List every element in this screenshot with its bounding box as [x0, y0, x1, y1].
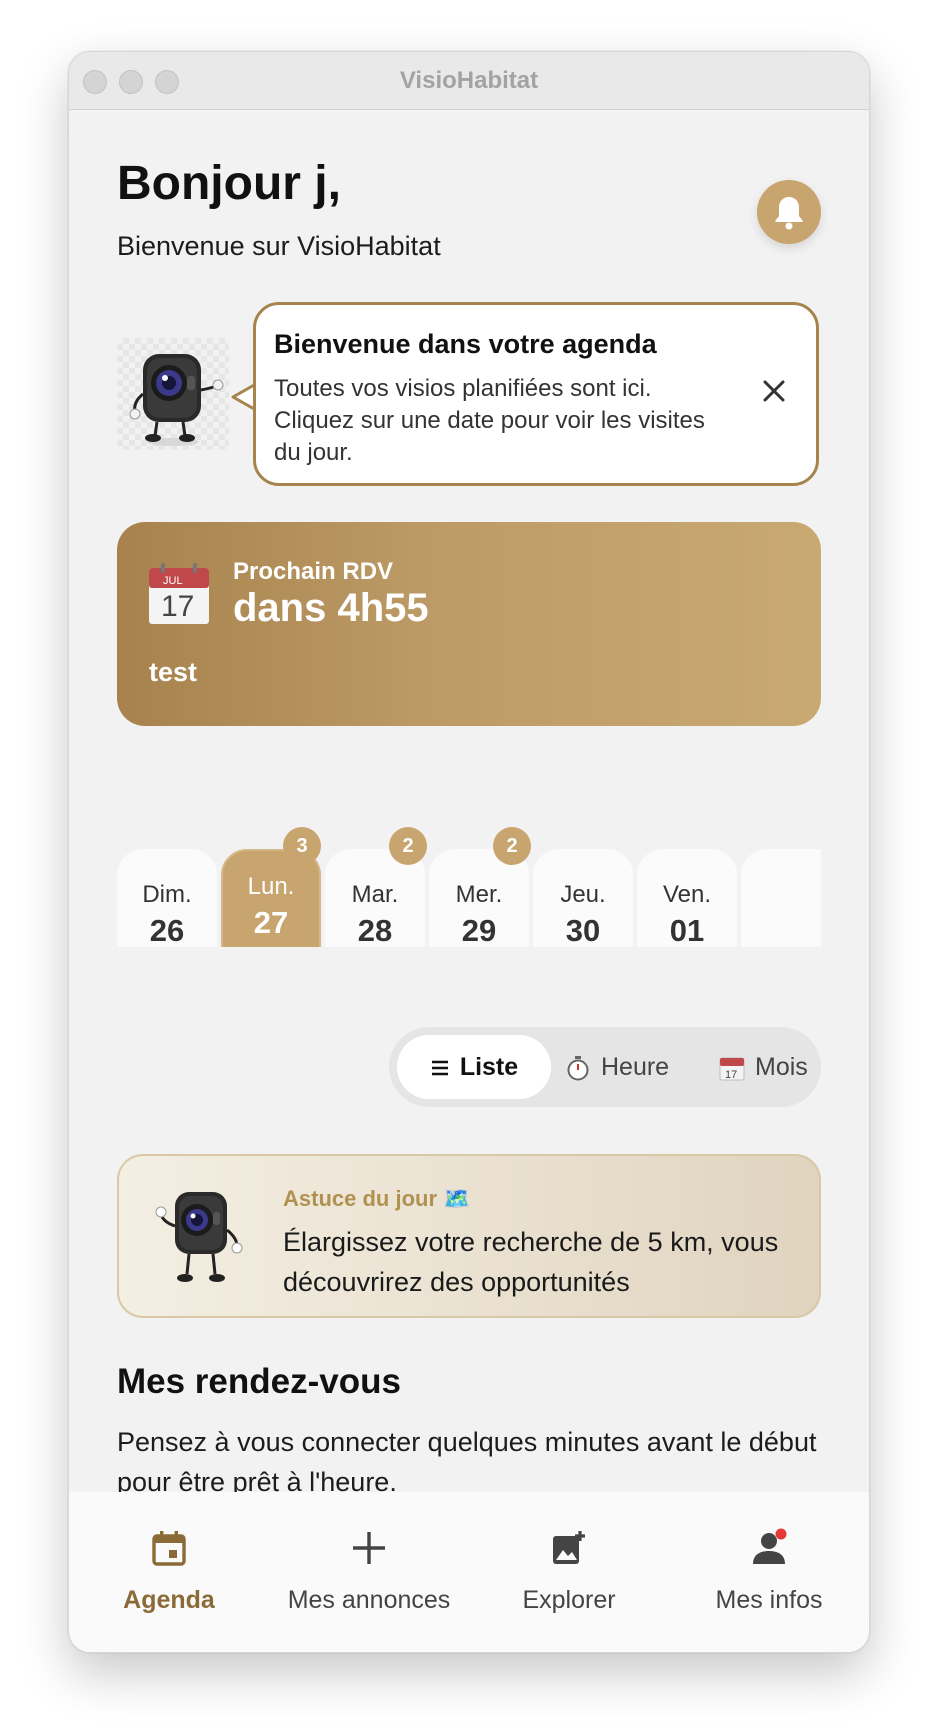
camera-mascot-icon — [155, 1192, 243, 1282]
day-name: Dim. — [142, 881, 192, 908]
next-appointment-label: Prochain RDV — [233, 558, 394, 585]
day-number: 26 — [149, 913, 185, 947]
day-name: Mar. — [351, 881, 399, 908]
next-appointment-countdown: dans 4h55 — [233, 586, 429, 630]
agenda-tooltip: Bienvenue dans votre agenda Toutes vos v… — [253, 302, 819, 486]
calendar-month: JUL — [163, 575, 183, 587]
view-hour-label: Heure — [601, 1053, 670, 1081]
plus-icon — [353, 1532, 385, 1564]
day-item[interactable]: Ven. 01 — [637, 849, 737, 947]
appointments-title: Mes rendez-vous — [117, 1362, 401, 1401]
view-list-button[interactable]: Liste — [397, 1035, 551, 1099]
view-month-button[interactable]: 17 Mois — [719, 1035, 819, 1099]
day-number: 28 — [357, 913, 393, 947]
tab-agenda-label: Agenda — [123, 1586, 215, 1614]
tip-text: Élargissez votre recherche de 5 km, vous… — [283, 1227, 779, 1297]
next-appointment-card[interactable]: JUL 17 Prochain RDV dans 4h55 test — [117, 522, 821, 726]
day-item-partial[interactable] — [741, 849, 821, 947]
day-item[interactable]: Dim. 26 — [117, 849, 217, 947]
list-icon — [431, 1061, 448, 1076]
calendar-day: 17 — [161, 590, 194, 623]
day-number: 01 — [669, 913, 705, 947]
calendar-icon: JUL 17 — [149, 563, 209, 624]
day-number: 29 — [461, 913, 497, 947]
tab-mes-infos[interactable]: Mes infos — [669, 1492, 869, 1652]
tooltip-text: Toutes vos visios planifiées sont ici. C… — [274, 375, 705, 466]
svg-text:17: 17 — [725, 1069, 737, 1081]
view-list-label: Liste — [459, 1053, 519, 1081]
next-appointment-title: test — [149, 657, 198, 687]
notification-dot — [775, 1528, 787, 1540]
tab-explorer-label: Explorer — [522, 1586, 616, 1614]
tab-mes-annonces-label: Mes annonces — [287, 1586, 451, 1614]
view-month-label: Mois — [755, 1053, 808, 1081]
stopwatch-icon — [567, 1056, 589, 1081]
tip-of-the-day-card: Astuce du jour 🗺️ Élargissez votre reche… — [117, 1154, 821, 1318]
close-icon — [763, 380, 785, 402]
mascot-image — [117, 338, 229, 450]
greeting-title: Bonjour j, — [117, 157, 341, 210]
appointment-count-badge: 2 — [389, 827, 427, 865]
tooltip-close-button[interactable] — [756, 373, 792, 409]
welcome-subtitle: Bienvenue sur VisioHabitat — [117, 231, 441, 261]
app-window: VisioHabitat Bonjour j, Bienvenue sur Vi… — [68, 51, 870, 1653]
view-toggle: Liste Heure 17 Mois — [389, 1027, 821, 1107]
day-number: 30 — [565, 913, 601, 947]
tooltip-title: Bienvenue dans votre agenda — [274, 329, 657, 359]
notifications-button[interactable] — [757, 180, 821, 244]
day-name: Lun. — [247, 873, 295, 900]
appointments-hint: Pensez à vous connecter quelques minutes… — [117, 1427, 817, 1497]
day-selector: Dim. 26 Lun. 27 Mar. 28 Mer. 29 Jeu. 30 … — [117, 797, 821, 947]
tab-mes-infos-label: Mes infos — [715, 1586, 823, 1614]
tab-agenda[interactable]: Agenda — [69, 1492, 269, 1652]
bell-icon — [775, 197, 803, 230]
day-number: 27 — [253, 905, 289, 940]
view-hour-button[interactable]: Heure — [565, 1035, 695, 1099]
tab-explorer[interactable]: Explorer — [469, 1492, 669, 1652]
day-name: Mer. — [455, 881, 503, 908]
title-bar: VisioHabitat — [69, 52, 869, 110]
day-name: Ven. — [662, 881, 712, 908]
calendar-icon: 17 — [719, 1057, 745, 1081]
day-item[interactable]: Jeu. 30 — [533, 849, 633, 947]
day-name: Jeu. — [560, 881, 606, 908]
person-icon — [753, 1528, 787, 1564]
tab-mes-annonces[interactable]: Mes annonces — [269, 1492, 469, 1652]
camera-mascot-icon — [129, 354, 224, 446]
appointment-count-badge: 2 — [493, 827, 531, 865]
bottom-tab-bar: Agenda Mes annonces Explorer Mes infos — [69, 1492, 869, 1652]
calendar-icon — [152, 1531, 186, 1566]
add-photo-icon — [553, 1531, 585, 1564]
tip-label: Astuce du jour 🗺️ — [283, 1186, 471, 1211]
appointment-count-badge: 3 — [283, 827, 321, 865]
window-title: VisioHabitat — [399, 67, 539, 94]
